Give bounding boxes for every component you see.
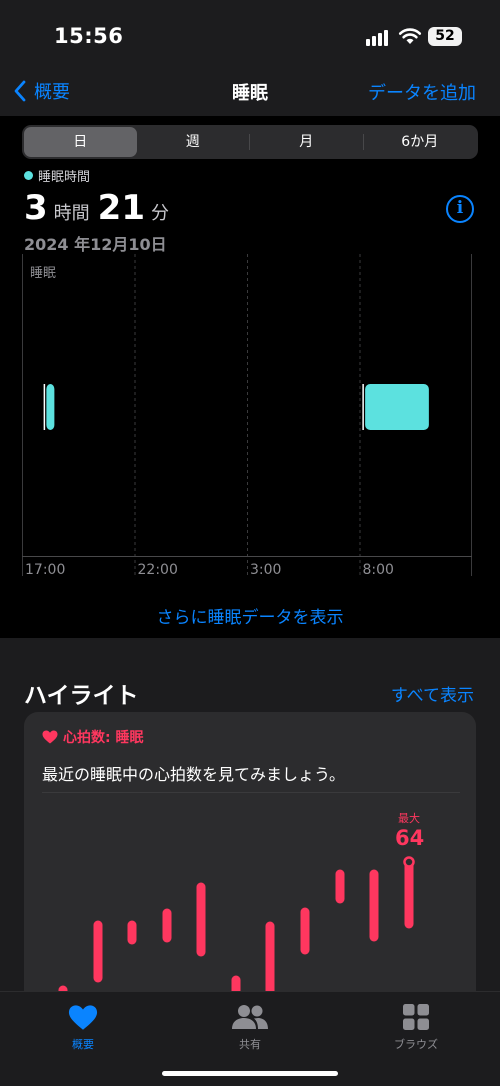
status-time: 15:56 — [54, 24, 124, 48]
chart-label: 睡眠 — [30, 266, 57, 281]
heart-rate-highlight-card[interactable]: 心拍数: 睡眠 最近の睡眠中の心拍数を見てみましょう。 最大 64 — [24, 712, 476, 1012]
sleep-legend: 睡眠時間 — [24, 166, 90, 185]
grid-icon — [403, 1004, 429, 1030]
max-label: 最大 — [398, 812, 420, 825]
segment-month[interactable]: 月 — [250, 127, 363, 157]
date-label: 2024 年12月10日 — [24, 235, 167, 254]
sleep-duration: 3 時間 21 分 — [24, 188, 177, 228]
sleep-chart[interactable]: 17:00 22:00 3:00 8:00 — [22, 254, 472, 584]
back-button[interactable]: 概要 — [14, 76, 70, 106]
hours-unit: 時間 — [53, 203, 90, 224]
sleep-segment-bar[interactable] — [46, 384, 55, 430]
page-title: 睡眠 — [232, 83, 268, 104]
period-segmented-control: 日 週 月 6か月 — [22, 125, 478, 159]
segment-6-months[interactable]: 6か月 — [364, 127, 477, 157]
x-tick-label: 22:00 — [138, 562, 178, 578]
tab-summary[interactable]: 概要 — [23, 1002, 143, 1052]
heart-icon — [68, 1004, 98, 1030]
sleep-segment-bar[interactable] — [365, 384, 429, 430]
hr-max-marker — [403, 856, 415, 868]
tab-label: 概要 — [72, 1038, 94, 1051]
heart-rate-range-chart — [58, 856, 415, 1012]
legend-dot — [24, 171, 33, 180]
info-icon[interactable]: i — [446, 195, 474, 223]
tab-label: 共有 — [239, 1038, 261, 1051]
nav-bar: 概要 睡眠 データを追加 — [0, 70, 500, 116]
x-tick-label: 8:00 — [363, 562, 394, 578]
add-data-button[interactable]: データを追加 — [368, 79, 476, 105]
home-indicator — [162, 1071, 338, 1076]
highlights-title: ハイライト — [24, 683, 139, 709]
cellular-signal-icon — [366, 28, 392, 46]
legend-label: 睡眠時間 — [38, 170, 91, 185]
segment-week[interactable]: 週 — [137, 127, 250, 157]
battery-icon: 52 — [428, 27, 462, 46]
chevron-left-icon — [14, 80, 26, 102]
tab-label: ブラウズ — [394, 1038, 438, 1051]
show-more-sleep-data-link[interactable]: さらに睡眠データを表示 — [0, 603, 500, 628]
back-label: 概要 — [34, 82, 70, 103]
status-bar: 15:56 52 — [0, 0, 500, 70]
show-all-link[interactable]: すべて表示 — [391, 681, 474, 706]
tab-browse[interactable]: ブラウズ — [356, 1002, 476, 1052]
wifi-icon — [398, 28, 422, 44]
tab-sharing[interactable]: 共有 — [190, 1002, 310, 1052]
x-tick-label: 17:00 — [25, 562, 65, 578]
hours-value: 3 — [24, 188, 48, 228]
minutes-value: 21 — [97, 188, 145, 228]
segment-day[interactable]: 日 — [24, 127, 137, 157]
x-tick-label: 3:00 — [250, 562, 281, 578]
people-icon — [232, 1005, 268, 1029]
max-value: 64 — [395, 826, 425, 850]
minutes-unit: 分 — [151, 203, 169, 224]
